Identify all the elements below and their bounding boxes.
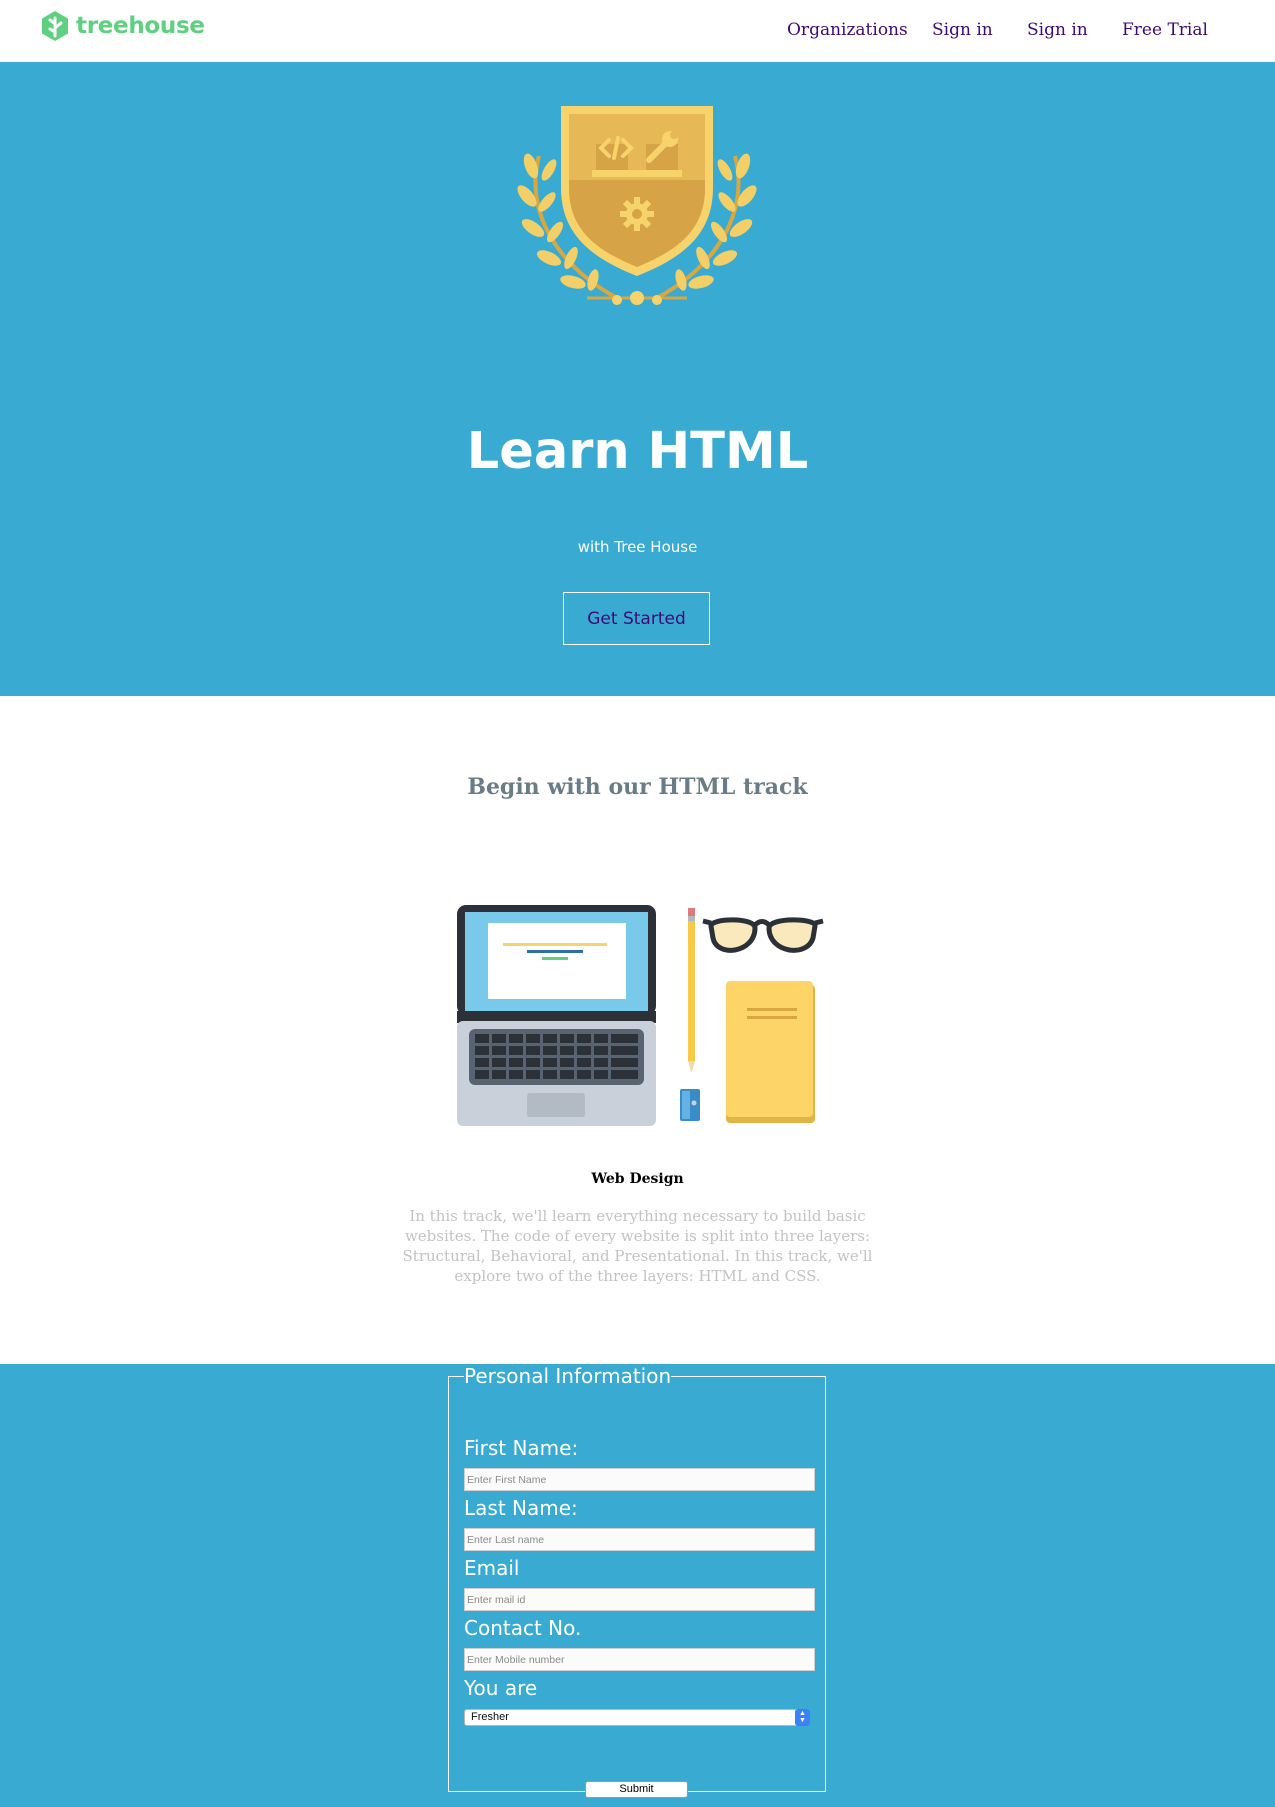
hero-subtitle: with Tree House	[577, 538, 698, 556]
notebook-icon	[726, 981, 815, 1123]
role-label: You are	[464, 1676, 538, 1700]
email-label: Email	[464, 1556, 520, 1580]
nav-sign-in[interactable]: Sign in	[932, 20, 993, 40]
role-select[interactable]: Fresher ▲ ▼	[464, 1709, 810, 1726]
glasses-icon	[702, 917, 824, 953]
hero-title: Learn HTML	[466, 422, 809, 481]
web-design-illustration	[457, 905, 824, 1126]
nav-free-trial[interactable]: Free Trial	[1122, 20, 1208, 40]
track-description: In this track, we'll learn everything ne…	[402, 1207, 873, 1285]
track-name: Web Design	[591, 1171, 684, 1187]
logo-text: treehouse	[76, 13, 205, 39]
laptop-icon	[457, 905, 656, 1126]
last-name-input[interactable]	[464, 1528, 815, 1551]
pencil-icon	[680, 908, 700, 1121]
get-started-button[interactable]: Get Started	[563, 592, 710, 645]
nav-organizations[interactable]: Organizations	[787, 20, 908, 40]
nav-sign-in-secondary[interactable]: Sign in	[1027, 20, 1088, 40]
last-name-label: Last Name:	[464, 1496, 578, 1520]
treehouse-logo-icon	[42, 11, 68, 41]
hero-section: Learn HTML with Tree House Get Started	[0, 62, 1275, 696]
select-arrows-icon: ▲ ▼	[795, 1709, 810, 1726]
form-section: Personal Information First Name: Last Na…	[0, 1364, 1275, 1807]
shield-badge-icon	[517, 106, 757, 305]
top-navbar: treehouse Organizations Sign in Sign in …	[0, 0, 1275, 62]
role-select-value: Fresher	[471, 1711, 509, 1723]
personal-info-fieldset: Personal Information First Name: Last Na…	[448, 1364, 826, 1798]
first-name-input[interactable]	[464, 1468, 815, 1491]
email-input[interactable]	[464, 1588, 815, 1611]
treehouse-logo[interactable]: treehouse	[40, 8, 205, 44]
fieldset-legend: Personal Information	[464, 1364, 672, 1388]
first-name-label: First Name:	[464, 1436, 579, 1460]
track-heading: Begin with our HTML track	[467, 774, 808, 800]
submit-button[interactable]: Submit	[585, 1781, 688, 1798]
contact-input[interactable]	[464, 1648, 815, 1671]
contact-label: Contact No.	[464, 1616, 582, 1640]
